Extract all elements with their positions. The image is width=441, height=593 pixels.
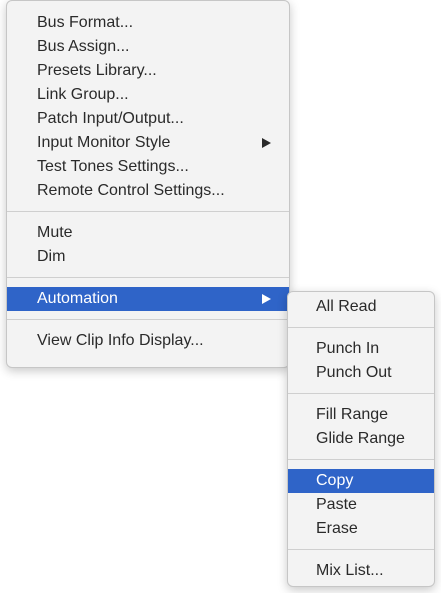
menu-item-label: Input Monitor Style	[37, 134, 171, 151]
menu-item-label: Erase	[316, 520, 358, 537]
submenu-item-mix-list[interactable]: Mix List...	[288, 559, 434, 583]
menu-item-remote-control-settings[interactable]: Remote Control Settings...	[7, 179, 289, 203]
menu-separator	[288, 549, 434, 550]
menu-separator	[288, 327, 434, 328]
menu-item-label: Glide Range	[316, 430, 405, 447]
menu-item-label: Paste	[316, 496, 357, 513]
submenu-item-all-read[interactable]: All Read	[288, 295, 434, 319]
submenu-arrow-icon	[262, 294, 271, 304]
submenu-item-punch-out[interactable]: Punch Out	[288, 361, 434, 385]
menu-separator	[288, 393, 434, 394]
menu-item-label: Patch Input/Output...	[37, 110, 184, 127]
menu-item-label: Presets Library...	[37, 62, 157, 79]
menu-separator	[288, 459, 434, 460]
menu-item-label: Mute	[37, 224, 73, 241]
menu-item-patch-input-output[interactable]: Patch Input/Output...	[7, 107, 289, 131]
menu-item-bus-format[interactable]: Bus Format...	[7, 11, 289, 35]
menu-item-label: Bus Format...	[37, 14, 134, 31]
menu-item-label: Mix List...	[316, 562, 384, 579]
menu-item-link-group[interactable]: Link Group...	[7, 83, 289, 107]
submenu-arrow-icon	[262, 138, 271, 148]
submenu-item-fill-range[interactable]: Fill Range	[288, 403, 434, 427]
menu-item-label: Test Tones Settings...	[37, 158, 189, 175]
menu-item-automation[interactable]: Automation	[7, 287, 289, 311]
menu-item-label: Link Group...	[37, 86, 129, 103]
context-menu: Bus Format... Bus Assign... Presets Libr…	[6, 0, 290, 368]
menu-item-label: Punch In	[316, 340, 380, 357]
submenu-item-erase[interactable]: Erase	[288, 517, 434, 541]
menu-separator	[7, 277, 289, 278]
menu-item-label: Punch Out	[316, 364, 392, 381]
menu-item-label: Fill Range	[316, 406, 389, 423]
menu-item-label: Automation	[37, 290, 118, 307]
menu-item-input-monitor-style[interactable]: Input Monitor Style	[7, 131, 289, 155]
menu-item-presets-library[interactable]: Presets Library...	[7, 59, 289, 83]
submenu-item-copy[interactable]: Copy	[288, 469, 434, 493]
automation-submenu: All Read Punch In Punch Out Fill Range G…	[287, 291, 435, 587]
menu-item-label: Remote Control Settings...	[37, 182, 225, 199]
menu-item-label: Dim	[37, 248, 66, 265]
menu-item-label: All Read	[316, 298, 377, 315]
menu-item-test-tones-settings[interactable]: Test Tones Settings...	[7, 155, 289, 179]
menu-separator	[7, 211, 289, 212]
menu-item-mute[interactable]: Mute	[7, 221, 289, 245]
menu-item-label: Bus Assign...	[37, 38, 130, 55]
menu-item-dim[interactable]: Dim	[7, 245, 289, 269]
menu-item-label: View Clip Info Display...	[37, 332, 204, 349]
menu-separator	[7, 319, 289, 320]
menu-item-label: Copy	[316, 472, 354, 489]
submenu-item-paste[interactable]: Paste	[288, 493, 434, 517]
menu-item-view-clip-info-display[interactable]: View Clip Info Display...	[7, 329, 289, 353]
submenu-item-glide-range[interactable]: Glide Range	[288, 427, 434, 451]
submenu-item-punch-in[interactable]: Punch In	[288, 337, 434, 361]
menu-item-bus-assign[interactable]: Bus Assign...	[7, 35, 289, 59]
